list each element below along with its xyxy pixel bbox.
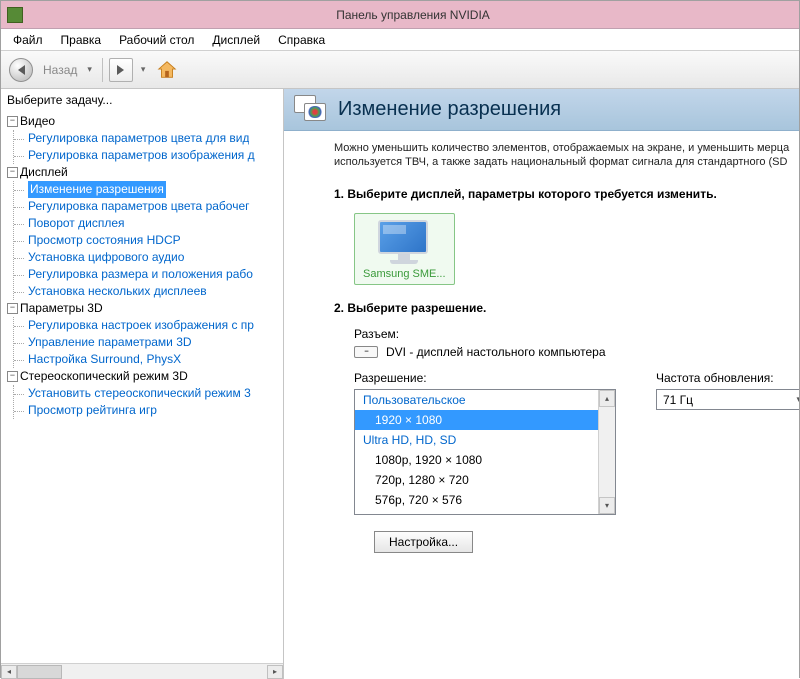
task-tree: −ВидеоРегулировка параметров цвета для в… <box>1 111 283 663</box>
collapse-icon[interactable]: − <box>7 167 18 178</box>
resolution-label: Разрешение: <box>354 371 616 385</box>
monitor-icon <box>378 220 430 266</box>
resolution-item[interactable]: 1080p, 1920 × 1080 <box>355 450 598 470</box>
tree-item-label: Установка нескольких дисплеев <box>28 283 207 300</box>
tree-item-label: Установить стереоскопический режим 3 <box>28 385 251 402</box>
scroll-right-button[interactable]: ▸ <box>267 665 283 679</box>
collapse-icon[interactable]: − <box>7 371 18 382</box>
display-name: Samsung SME... <box>363 268 446 280</box>
menu-desktop[interactable]: Рабочий стол <box>111 31 202 49</box>
tree-item-label: Установка цифрового аудио <box>28 249 184 266</box>
tree-category[interactable]: −Дисплей <box>7 164 283 181</box>
refresh-rate-select[interactable]: 71 Гц ▾ <box>656 389 799 410</box>
step2-heading: 2. Выберите разрешение. <box>334 301 799 315</box>
resolution-group: Пользовательское <box>355 390 598 410</box>
tree-item[interactable]: Поворот дисплея <box>14 215 283 232</box>
sidebar: Выберите задачу... −ВидеоРегулировка пар… <box>1 89 284 679</box>
menu-help[interactable]: Справка <box>270 31 333 49</box>
tree-item-label: Регулировка настроек изображения с пр <box>28 317 254 334</box>
tree-item[interactable]: Регулировка настроек изображения с пр <box>14 317 283 334</box>
page-header: Изменение разрешения <box>284 89 799 131</box>
tree-item[interactable]: Настройка Surround, PhysX <box>14 351 283 368</box>
tree-item-label: Регулировка размера и положения рабо <box>28 266 253 283</box>
resolution-item[interactable]: 1920 × 1080 <box>355 410 598 430</box>
resolution-item[interactable]: 576p, 720 × 576 <box>355 490 598 510</box>
tree-category-label: Дисплей <box>20 164 68 181</box>
home-icon <box>156 59 178 81</box>
collapse-icon[interactable]: − <box>7 303 18 314</box>
tree-item-label: Поворот дисплея <box>28 215 125 232</box>
scroll-track[interactable] <box>17 665 267 679</box>
tree-category-label: Стереоскопический режим 3D <box>20 368 188 385</box>
connector-label: Разъем: <box>334 327 799 341</box>
tree-category[interactable]: −Стереоскопический режим 3D <box>7 368 283 385</box>
tree-category-label: Параметры 3D <box>20 300 103 317</box>
menu-edit[interactable]: Правка <box>53 31 110 49</box>
resolution-item[interactable]: 720p, 1280 × 720 <box>355 470 598 490</box>
tree-item-label: Управление параметрами 3D <box>28 334 192 351</box>
collapse-icon[interactable]: − <box>7 116 18 127</box>
tree-item-label: Настройка Surround, PhysX <box>28 351 181 368</box>
tree-item[interactable]: Установка нескольких дисплеев <box>14 283 283 300</box>
toolbar-separator <box>102 58 103 82</box>
scroll-up-button[interactable]: ▴ <box>599 390 615 407</box>
tree-item[interactable]: Регулировка параметров изображения д <box>14 147 283 164</box>
tree-item[interactable]: Установить стереоскопический режим 3 <box>14 385 283 402</box>
tree-item[interactable]: Просмотр состояния HDCP <box>14 232 283 249</box>
step1-heading: 1. Выберите дисплей, параметры которого … <box>334 187 799 201</box>
resolution-scrollbar[interactable]: ▴ ▾ <box>598 390 615 514</box>
app-icon <box>7 7 23 23</box>
dvi-icon: ▪▪▪ <box>354 346 378 358</box>
forward-button[interactable] <box>109 58 133 82</box>
resolution-group: Ultra HD, HD, SD <box>355 430 598 450</box>
tree-category-label: Видео <box>20 113 55 130</box>
tree-item[interactable]: Регулировка размера и положения рабо <box>14 266 283 283</box>
tree-category[interactable]: −Видео <box>7 113 283 130</box>
refresh-rate-value: 71 Гц <box>663 393 693 407</box>
menu-file[interactable]: Файл <box>5 31 51 49</box>
tree-item-label: Регулировка параметров изображения д <box>28 147 255 164</box>
tree-item[interactable]: Установка цифрового аудио <box>14 249 283 266</box>
tree-item[interactable]: Просмотр рейтинга игр <box>14 402 283 419</box>
chevron-down-icon: ▾ <box>796 394 799 405</box>
home-button[interactable] <box>153 56 181 84</box>
tree-item[interactable]: Регулировка параметров цвета для вид <box>14 130 283 147</box>
tree-item-label: Регулировка параметров цвета рабочег <box>28 198 250 215</box>
window-title: Панель управления NVIDIA <box>33 8 793 22</box>
tree-item[interactable]: Изменение разрешения <box>14 181 283 198</box>
refresh-label: Частота обновления: <box>656 371 799 385</box>
back-arrow-icon <box>18 65 25 75</box>
sidebar-header: Выберите задачу... <box>1 89 283 111</box>
scroll-down-button[interactable]: ▾ <box>599 497 615 514</box>
tree-item-label: Просмотр состояния HDCP <box>28 232 181 249</box>
tree-item[interactable]: Регулировка параметров цвета рабочег <box>14 198 283 215</box>
toolbar: Назад ▾ ▾ <box>1 51 799 89</box>
menu-display[interactable]: Дисплей <box>204 31 268 49</box>
back-dropdown[interactable]: ▾ <box>83 64 96 75</box>
titlebar: Панель управления NVIDIA <box>1 1 799 29</box>
tree-category[interactable]: −Параметры 3D <box>7 300 283 317</box>
back-label: Назад <box>43 63 77 77</box>
tree-item-label: Регулировка параметров цвета для вид <box>28 130 249 147</box>
page-title: Изменение разрешения <box>338 98 561 121</box>
tree-item-label: Изменение разрешения <box>28 181 166 198</box>
page-header-icon <box>294 95 328 125</box>
forward-dropdown[interactable]: ▾ <box>137 64 150 75</box>
page-description: Можно уменьшить количество элементов, от… <box>334 141 799 169</box>
scroll-thumb[interactable] <box>17 665 62 679</box>
resolution-item[interactable]: 480p, 720 × 480 <box>355 510 598 515</box>
display-selector[interactable]: Samsung SME... <box>354 213 455 285</box>
back-button[interactable] <box>7 56 35 84</box>
scroll-left-button[interactable]: ◂ <box>1 665 17 679</box>
connector-value: DVI - дисплей настольного компьютера <box>386 345 606 359</box>
tree-item[interactable]: Управление параметрами 3D <box>14 334 283 351</box>
menubar: Файл Правка Рабочий стол Дисплей Справка <box>1 29 799 51</box>
resolution-list[interactable]: Пользовательское1920 × 1080Ultra HD, HD,… <box>354 389 616 515</box>
forward-arrow-icon <box>117 65 124 75</box>
main-panel: Изменение разрешения Можно уменьшить кол… <box>284 89 799 679</box>
sidebar-h-scrollbar[interactable]: ◂ ▸ <box>1 663 283 679</box>
settings-button[interactable]: Настройка... <box>374 531 473 553</box>
tree-item-label: Просмотр рейтинга игр <box>28 402 157 419</box>
